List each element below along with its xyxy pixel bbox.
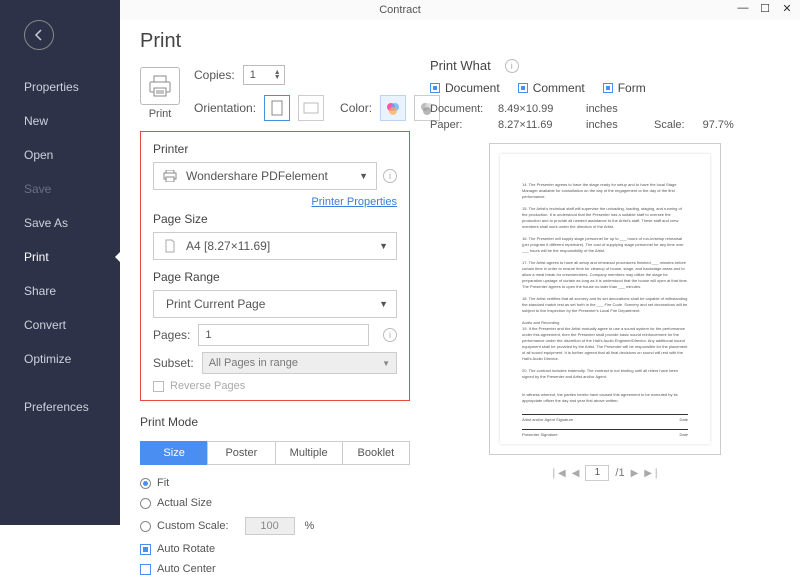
pages-input[interactable]: 1: [198, 324, 369, 346]
sidebar-item-save: Save: [0, 172, 120, 206]
printer-dropdown[interactable]: Wondershare PDFelement ▼: [153, 162, 377, 190]
tab-multiple[interactable]: Multiple: [275, 441, 343, 465]
sidebar-item-optimize[interactable]: Optimize: [0, 342, 120, 376]
fit-label: Fit: [157, 477, 169, 489]
sidebar-item-share[interactable]: Share: [0, 274, 120, 308]
pager-total: /1: [615, 467, 624, 479]
page-range-value: Print Current Page: [166, 297, 265, 311]
printer-small-icon: [162, 170, 178, 182]
pager-first-button[interactable]: ❘◀: [550, 468, 566, 479]
sidebar-item-preferences[interactable]: Preferences: [0, 390, 120, 424]
preview-border: 14. The Presenter agrees to have the sta…: [489, 143, 721, 455]
caret-down-icon: ▼: [379, 241, 388, 251]
info-icon[interactable]: i: [383, 169, 397, 183]
caret-down-icon: ▼: [359, 171, 368, 181]
pager-prev-button[interactable]: ◀: [572, 468, 580, 479]
copies-input[interactable]: 1 ▲▼: [243, 65, 285, 85]
print-what-document-checkbox[interactable]: [430, 83, 440, 93]
pager-last-button[interactable]: ▶❘: [644, 468, 660, 479]
sidebar-item-open[interactable]: Open: [0, 138, 120, 172]
sidebar-item-properties[interactable]: Properties: [0, 70, 120, 104]
color-mode-color-button[interactable]: [380, 95, 406, 121]
tab-size[interactable]: Size: [140, 441, 208, 465]
pager-next-button[interactable]: ▶: [631, 468, 639, 479]
reverse-pages-label: Reverse Pages: [170, 380, 245, 392]
portrait-icon: [271, 100, 283, 116]
tab-booklet[interactable]: Booklet: [342, 441, 410, 465]
pages-label: Pages:: [153, 328, 190, 342]
preview-wrap: 14. The Presenter agrees to have the sta…: [430, 143, 780, 515]
chevron-left-icon: [33, 29, 45, 41]
main-panel: Print Print Copies: 1 ▲▼ Orientation:: [120, 20, 800, 525]
orientation-landscape-button[interactable]: [298, 95, 324, 121]
sidebar-menu: Properties New Open Save Save As Print S…: [0, 70, 120, 424]
print-toprow: Print Copies: 1 ▲▼ Orientation:: [140, 65, 410, 121]
custom-scale-input[interactable]: 100: [245, 517, 295, 535]
pager-current-input[interactable]: 1: [585, 465, 609, 481]
back-button[interactable]: [24, 20, 54, 50]
tab-poster[interactable]: Poster: [207, 441, 275, 465]
orientation-portrait-button[interactable]: [264, 95, 290, 121]
minimize-button[interactable]: —: [736, 2, 750, 15]
print-mode-tabs: Size Poster Multiple Booklet: [140, 441, 410, 465]
color-label: Color:: [340, 101, 372, 115]
page-icon: [162, 239, 178, 253]
subset-label: Subset:: [153, 356, 194, 370]
preview-pager: ❘◀ ◀ 1 /1 ▶ ▶❘: [550, 465, 661, 481]
maximize-button[interactable]: ☐: [758, 2, 772, 15]
copies-label: Copies:: [194, 68, 235, 82]
percent-label: %: [305, 520, 315, 532]
print-button[interactable]: Print: [140, 67, 180, 120]
sidebar: Properties New Open Save Save As Print S…: [0, 0, 120, 525]
auto-rotate-label: Auto Rotate: [157, 543, 215, 555]
page-size-dropdown[interactable]: A4 [8.27×11.69] ▼: [153, 232, 397, 260]
printer-properties-link[interactable]: Printer Properties: [311, 196, 397, 208]
window-title: Contract: [379, 4, 421, 16]
reverse-pages-checkbox[interactable]: [153, 381, 164, 392]
caret-down-icon: ▼: [379, 299, 388, 309]
print-mode-section-label: Print Mode: [140, 415, 410, 429]
page-range-dropdown[interactable]: Print Current Page ▼: [153, 290, 397, 318]
sidebar-item-save-as[interactable]: Save As: [0, 206, 120, 240]
custom-label: Custom Scale:: [157, 520, 229, 532]
info-icon[interactable]: i: [383, 328, 397, 342]
close-button[interactable]: ✕: [780, 2, 794, 15]
radio-custom[interactable]: [140, 521, 151, 532]
title-bar: Contract — ☐ ✕: [0, 0, 800, 20]
radio-fit[interactable]: [140, 478, 151, 489]
orientation-label: Orientation:: [194, 101, 256, 115]
printer-value: Wondershare PDFelement: [186, 169, 328, 183]
print-what-form-checkbox[interactable]: [603, 83, 613, 93]
info-icon[interactable]: i: [505, 59, 519, 73]
left-column: Print Print Copies: 1 ▲▼ Orientation:: [140, 30, 410, 515]
page-title: Print: [140, 30, 410, 53]
auto-rotate-checkbox[interactable]: [140, 544, 151, 555]
landscape-icon: [303, 102, 319, 114]
dimension-info: Document: 8.49×10.99 inches Paper: 8.27×…: [430, 101, 780, 133]
auto-center-checkbox[interactable]: [140, 564, 151, 575]
sidebar-item-new[interactable]: New: [0, 104, 120, 138]
page-size-section-label: Page Size: [153, 212, 397, 226]
page-preview: 14. The Presenter agrees to have the sta…: [500, 154, 710, 444]
color-icon: [385, 100, 401, 116]
actual-label: Actual Size: [157, 497, 212, 509]
print-what-header: Print What: [430, 58, 491, 73]
window-controls: — ☐ ✕: [736, 2, 794, 15]
sidebar-item-convert[interactable]: Convert: [0, 308, 120, 342]
sidebar-item-print[interactable]: Print: [0, 240, 120, 274]
printer-settings-box: Printer Wondershare PDFelement ▼ i Print…: [140, 131, 410, 401]
auto-center-label: Auto Center: [157, 563, 216, 575]
page-size-value: A4 [8.27×11.69]: [186, 239, 270, 253]
radio-actual[interactable]: [140, 498, 151, 509]
page-range-section-label: Page Range: [153, 270, 397, 284]
print-button-label: Print: [149, 108, 172, 120]
print-what-comment-checkbox[interactable]: [518, 83, 528, 93]
subset-dropdown[interactable]: All Pages in range▼: [202, 352, 397, 374]
printer-icon: [140, 67, 180, 105]
printer-section-label: Printer: [153, 142, 397, 156]
copies-value: 1: [250, 69, 256, 81]
right-column: Print What i Document Comment Form Docum…: [430, 30, 780, 515]
spinner-arrows-icon[interactable]: ▲▼: [274, 70, 281, 80]
